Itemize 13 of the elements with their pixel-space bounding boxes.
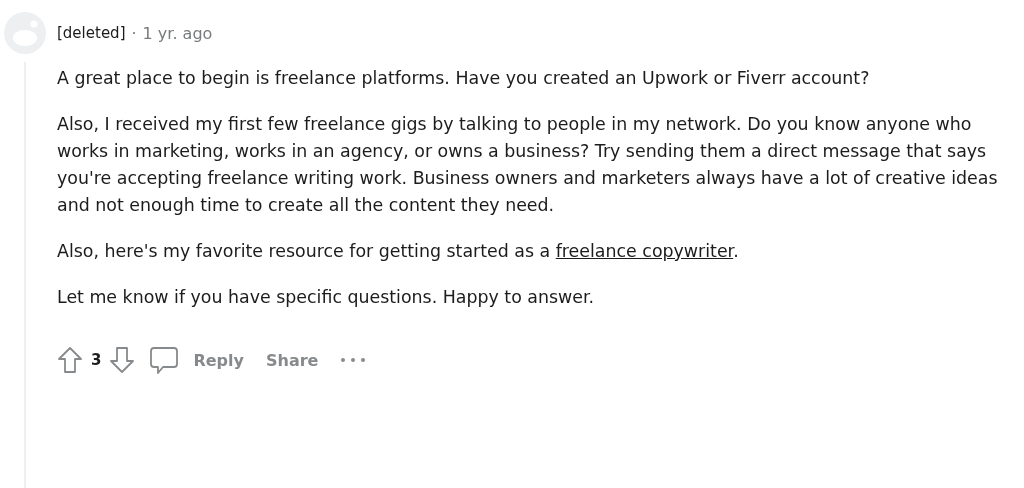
comment-paragraph: Also, I received my first few freelance gigs by talking to people in my network. Do you know anyone who works in marketing, works in an agency, or owns a business? Try sending them a direct message that says you're accepting freelance writing work. Business owners and marketers always have a lot of creative ideas and not enough time to create all the content they need. [57, 113, 999, 217]
comment-paragraph: Let me know if you have specific questions. Happy to answer. [57, 286, 596, 309]
comment-paragraph: A great place to begin is freelance platforms. Have you created an Upwork or Fiverr account? [57, 67, 871, 90]
timestamp: 1 yr. ago [142, 23, 213, 43]
separator: · [131, 23, 137, 43]
downvote-icon[interactable] [109, 346, 136, 374]
comment-icon [149, 345, 180, 375]
upvote-icon[interactable] [57, 346, 83, 374]
vote-count: 3 [91, 351, 102, 369]
comment-paragraph: Also, here's my favorite resource for getting started as a freelance copywriter. [57, 240, 740, 263]
more-icon[interactable] [340, 356, 367, 364]
link[interactable]: freelance copywriter [555, 241, 734, 261]
author-name[interactable]: [deleted] [57, 24, 126, 42]
